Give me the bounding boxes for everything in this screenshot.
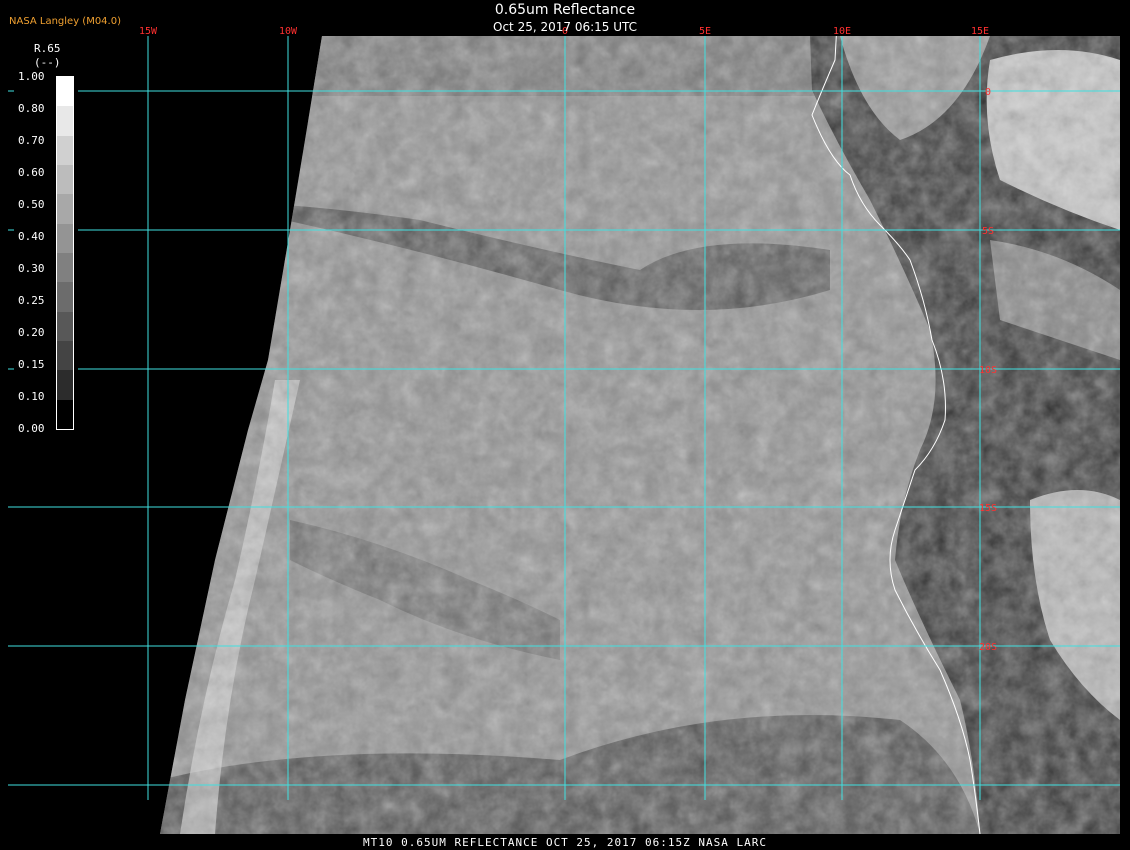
satellite-image[interactable]: 15W 10W 0 5E 10E 15E05S10S15S20S [0, 0, 1130, 850]
legend-tick-label: 0.80 [18, 102, 45, 115]
legend-swatch [57, 282, 73, 313]
legend-tick-label: 0.70 [18, 134, 45, 147]
legend-swatch [57, 106, 73, 137]
legend-tick-label: 0.20 [18, 326, 45, 339]
satellite-viewer: 15W 10W 0 5E 10E 15E 0 5S 10S 15S 20S 0.65um Refle… [0, 0, 1130, 850]
latitude-label: 0 [985, 87, 991, 98]
legend-tick-label: 1.00 [18, 70, 45, 83]
latitude-label: 15S [979, 503, 997, 514]
legend-swatch [57, 165, 73, 195]
page-title: 0.65um Reflectance [494, 2, 636, 18]
legend-title: R.65 [34, 42, 61, 55]
latitude-label: 10S [979, 365, 997, 376]
legend-swatch [57, 399, 73, 430]
legend-swatch [57, 253, 73, 283]
legend-tick-label: 0.60 [18, 166, 45, 179]
legend-swatch [57, 370, 73, 401]
texture-noise [160, 36, 1120, 834]
legend-unit: (--) [34, 56, 61, 69]
timestamp: Oct 25, 2017 06:15 UTC [493, 20, 637, 34]
legend-swatch [57, 223, 73, 254]
color-legend: R.65 (--) 1.00 0.80 0.70 0.60 0.50 0.40 0.30 0.… [14, 40, 78, 440]
legend-tick-label: 0.10 [18, 390, 45, 403]
legend-swatch [57, 194, 73, 225]
legend-tick-label: 0.15 [18, 358, 45, 371]
legend-tick-label: 0.40 [18, 230, 45, 243]
legend-tick-label: 0.30 [18, 262, 45, 275]
brand-label: NASA Langley (M04.0) [9, 16, 121, 27]
legend-swatch [57, 135, 73, 166]
latitude-label: 20S [979, 642, 997, 653]
legend-tick-label: 0.00 [18, 422, 45, 435]
legend-swatch [57, 341, 73, 371]
legend-swatch [57, 77, 73, 107]
legend-tick-label: 0.25 [18, 294, 45, 307]
latitude-label: 5S [982, 226, 994, 237]
legend-swatch [57, 311, 73, 342]
imaged-region [160, 36, 1120, 834]
legend-colorbar [56, 76, 74, 430]
legend-tick-label: 0.50 [18, 198, 45, 211]
footer-caption: MT10 0.65UM REFLECTANCE OCT 25, 2017 06:… [363, 836, 767, 849]
